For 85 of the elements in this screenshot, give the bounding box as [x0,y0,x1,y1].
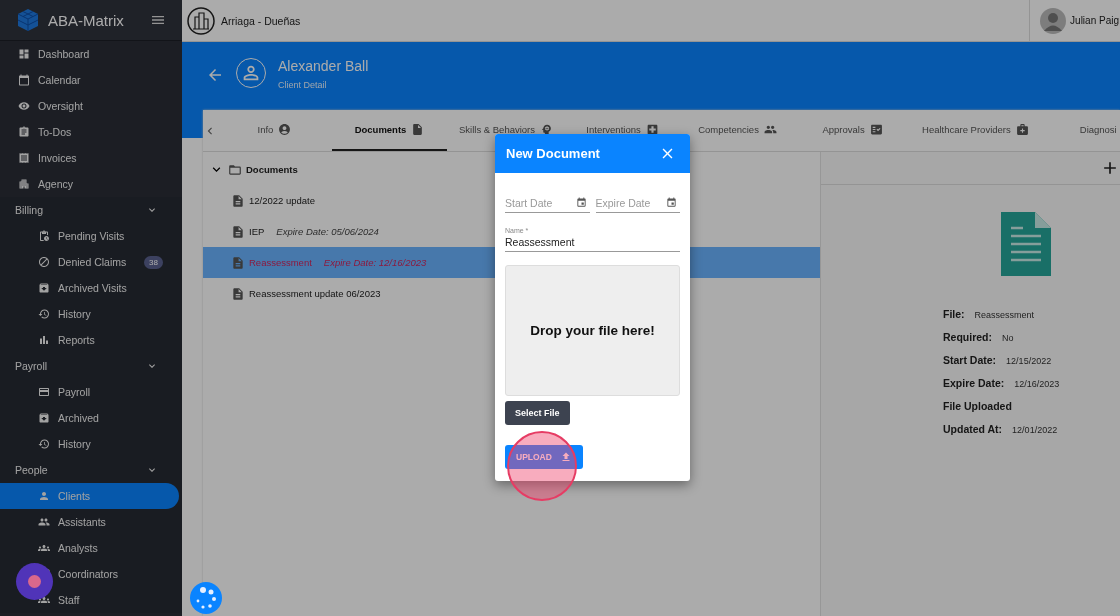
nav-item[interactable]: Oversight [0,93,179,119]
detail-value: No [1002,333,1014,343]
file-icon [231,193,245,208]
history-icon [38,438,50,450]
user-menu[interactable]: Julian Paig [1029,0,1120,42]
people-icon [38,516,50,528]
nav-item[interactable]: Invoices [0,145,179,171]
nav-item[interactable]: Pending Visits [0,223,179,249]
nav-item[interactable]: Archived Visits [0,275,179,301]
detail-label: Required: [943,331,992,343]
detail-value: Reassessment [974,310,1035,320]
spinner-icon [190,582,222,614]
nav-item[interactable]: To-Dos [0,119,179,145]
detail-label: Start Date: [943,354,997,366]
building-icon [18,178,30,190]
nav-item[interactable]: Assistants [0,509,179,535]
tab[interactable]: Diagnosi [1040,110,1120,151]
nav-item[interactable]: History [0,431,179,457]
dashboard-icon [18,48,30,60]
file-icon [231,224,245,239]
nav-item[interactable]: Agency [0,171,179,197]
group-icon [38,542,50,554]
building-icon [187,6,215,35]
file-icon [231,286,245,301]
calendar-icon [575,197,587,208]
logo-icon [16,8,40,32]
head-icon [540,123,554,136]
account-icon [278,123,292,136]
avatar-icon [1040,7,1067,34]
detail-label: Expire Date: [943,377,1005,389]
detail-label: File Uploaded [943,400,1012,412]
page-subtitle: Client Detail [278,80,328,90]
detail-value: 12/16/2023 [1014,379,1060,389]
tab[interactable]: Documents [332,110,447,151]
document-icon [411,123,425,136]
blocked-icon [38,256,50,268]
brand-name: ABA-Matrix [48,11,125,29]
person-icon [38,490,50,502]
detail-value: 12/01/2022 [1012,425,1058,435]
archive-icon [38,412,50,424]
document-icon [1000,212,1051,276]
organization-name: Arriaga - Dueñas [221,14,302,27]
nav-item[interactable]: Archived [0,405,179,431]
nav-item[interactable]: Reports [0,327,179,353]
detail-value: 12/15/2022 [1006,356,1052,366]
drop-zone[interactable]: Drop your file here! [505,265,680,396]
count-badge: 38 [144,255,163,269]
tab[interactable]: Approvals [795,110,911,151]
nav-item[interactable]: History [0,301,179,327]
section-header[interactable]: Billing [0,197,182,223]
nav-item[interactable]: Denied Claims 38 [0,249,179,275]
upload-icon [560,451,572,463]
select-file-button[interactable]: Select File [505,401,570,425]
calendar-icon [666,197,677,208]
calendar-icon [18,74,30,86]
card-icon [38,386,50,398]
tab[interactable]: Healthcare Providers [910,110,1041,151]
section-header[interactable]: Payroll [0,353,182,379]
file-icon [231,255,245,270]
bar-chart-icon [38,334,50,346]
detail-label: File: [943,308,965,320]
tab[interactable]: Competencies [680,110,796,151]
section-header[interactable]: People [0,457,182,483]
detail-label: Updated At: [943,423,1003,435]
tab[interactable]: Info [217,110,332,151]
document-item[interactable]: 12/2022 update [249,195,316,206]
client-name: Alexander Ball [278,58,369,74]
dialog-title: New Document [506,146,600,161]
receipt-icon [18,152,30,164]
nav-item[interactable]: Payroll [0,379,179,405]
document-item[interactable]: IEP Expire Date: 05/06/2024 [249,226,379,237]
history-icon [38,308,50,320]
eye-icon [18,100,30,112]
people-icon [763,123,777,136]
clipboard-clock-icon [38,230,50,242]
folder-icon [228,162,242,177]
nav-item[interactable]: Analysts [0,535,179,561]
document-item[interactable]: Reassessment update 06/2023 [249,288,381,299]
medical-kit-icon [1015,123,1029,136]
archive-icon [38,282,50,294]
checklist-icon [869,123,883,136]
clipboard-icon [18,126,30,138]
nav-item[interactable]: Dashboard [0,41,179,67]
nav-item[interactable]: Calendar [0,67,179,93]
medical-icon [645,123,659,136]
